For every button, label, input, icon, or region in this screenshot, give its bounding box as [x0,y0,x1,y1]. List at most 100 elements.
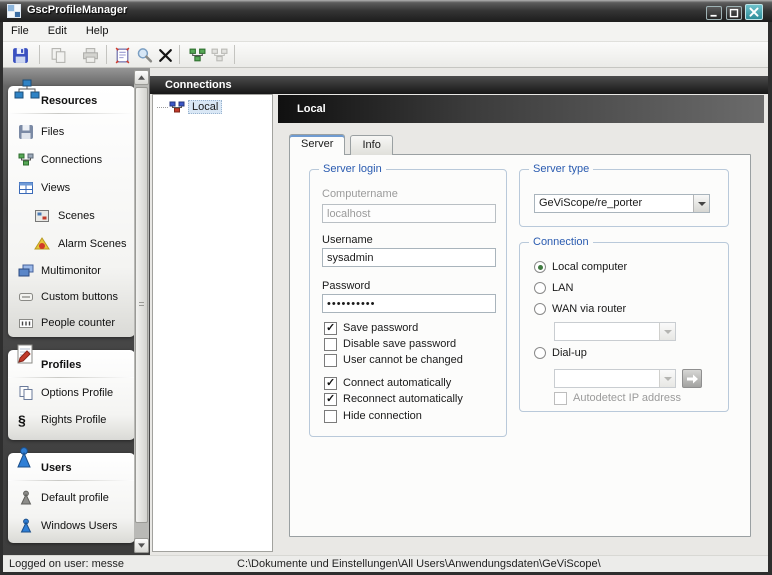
sidebar-section-profiles: Profiles Options Profile § Rights Profil… [8,350,135,440]
detail-header-title: Local [297,103,326,115]
sidebar-item-views[interactable]: Views [8,175,135,201]
checkbox-icon [324,338,337,351]
menu-file[interactable]: File [3,22,37,42]
scroll-down-button[interactable] [134,538,149,553]
server-tab-page: Server login Computername Username Passw… [289,154,751,537]
section-title-profiles: Profiles [41,359,81,371]
scene-icon [34,208,50,224]
sidebar: Resources Files Connections [3,68,150,555]
tab-server[interactable]: Server [289,134,345,155]
sidebar-item-label: Scenes [58,210,95,222]
dropdown-button[interactable] [693,195,709,212]
maximize-button[interactable] [726,6,742,20]
app-window: GscProfileManager File Edit Help [0,0,772,575]
window-title: GscProfileManager [27,4,127,16]
sidebar-item-label: People counter [41,317,115,329]
checkbox-label: User cannot be changed [343,354,463,366]
print-button[interactable] [77,43,103,67]
title-bar: GscProfileManager [0,0,772,22]
server-login-group: Server login Computername Username Passw… [309,169,507,437]
wan-router-dropdown[interactable] [554,322,676,341]
tab-info[interactable]: Info [350,135,392,155]
button-icon [18,289,34,305]
sidebar-item-options-profile[interactable]: Options Profile [8,380,135,406]
radio-label: LAN [552,282,573,294]
toolbar-separator [39,45,40,64]
server-type-group-title: Server type [529,163,593,175]
sidebar-item-default-profile[interactable]: Default profile [8,485,135,511]
arrow-right-icon [686,373,699,385]
radio-icon [534,347,546,359]
pawn-gray-icon [18,490,34,506]
dial-connect-button[interactable] [682,369,702,388]
username-label: Username [322,234,373,246]
status-logged-on-user: Logged on user: messe [9,558,124,570]
sidebar-scrollbar[interactable] [134,70,149,553]
minimize-button[interactable] [706,6,722,20]
server-type-value: GeViScope/re_porter [539,197,691,209]
sidebar-item-label: Multimonitor [41,265,101,277]
radio-label: WAN via router [552,303,626,315]
tree-item-label: Local [188,100,222,114]
sidebar-item-multimonitor[interactable]: Multimonitor [8,258,135,284]
app-icon [7,4,21,18]
sidebar-item-scenes[interactable]: Scenes [8,203,135,229]
delete-button[interactable] [152,43,178,67]
dropdown-button[interactable] [659,323,675,340]
magnifier-icon [136,47,153,64]
sidebar-item-files[interactable]: Files [8,119,135,145]
connection-node-icon [169,99,185,115]
checkbox-label: Connect automatically [343,377,451,389]
scroll-up-button[interactable] [134,70,149,85]
sidebar-item-windows-users[interactable]: Windows Users [8,513,135,539]
network-icon [189,47,206,64]
printer-icon [82,47,99,64]
connection-group: Connection Local computer LAN WAN via ro… [519,242,729,412]
divider [8,377,135,378]
section-title-resources: Resources [41,95,97,107]
sidebar-item-rights-profile[interactable]: § Rights Profile [8,407,135,433]
section-sign-icon: § [18,412,34,428]
divider [8,480,135,481]
sidebar-item-custom-buttons[interactable]: Custom buttons [8,284,135,310]
checkbox-checked-icon [324,322,337,335]
thumb-grip [139,302,144,308]
user-groups-alt-button[interactable] [206,43,232,67]
computername-field[interactable] [322,204,496,223]
sidebar-item-connections[interactable]: Connections [8,147,135,173]
checkbox-label: Disable save password [343,338,456,350]
scrollbar-thumb[interactable] [135,87,148,523]
status-bar: Logged on user: messe C:\Dokumente und E… [3,555,768,572]
sidebar-item-people-counter[interactable]: People counter [8,310,135,336]
menu-edit[interactable]: Edit [40,22,75,42]
sidebar-item-alarm-scenes[interactable]: Alarm Scenes [8,231,135,257]
copy-button[interactable] [45,43,71,67]
radio-label: Local computer [552,261,627,273]
chevron-up-icon [138,75,145,80]
password-field[interactable] [322,294,496,313]
menu-bar: File Edit Help [3,22,768,42]
menu-help[interactable]: Help [78,22,117,42]
chevron-down-icon [664,377,672,381]
close-button[interactable] [745,4,763,20]
divider [8,113,135,114]
multimonitor-icon [18,263,34,279]
close-icon [746,5,762,19]
pawn-blue-icon [18,518,34,534]
connection-group-title: Connection [529,236,593,248]
username-field[interactable] [322,248,496,267]
sidebar-item-label: Rights Profile [41,414,106,426]
maximize-icon [727,7,741,19]
tree-item-local[interactable]: Local [155,98,270,116]
document-check-icon [114,47,131,64]
save-button[interactable] [7,43,33,67]
toolbar [3,42,768,68]
dropdown-button[interactable] [659,370,675,387]
dial-up-dropdown[interactable] [554,369,676,388]
sidebar-item-label: Views [41,182,70,194]
checkbox-checked-icon [324,377,337,390]
floppy-icon [12,47,29,64]
copy-icon [18,385,34,401]
server-type-dropdown[interactable]: GeViScope/re_porter [534,194,710,213]
detail-header: Local [278,95,764,123]
